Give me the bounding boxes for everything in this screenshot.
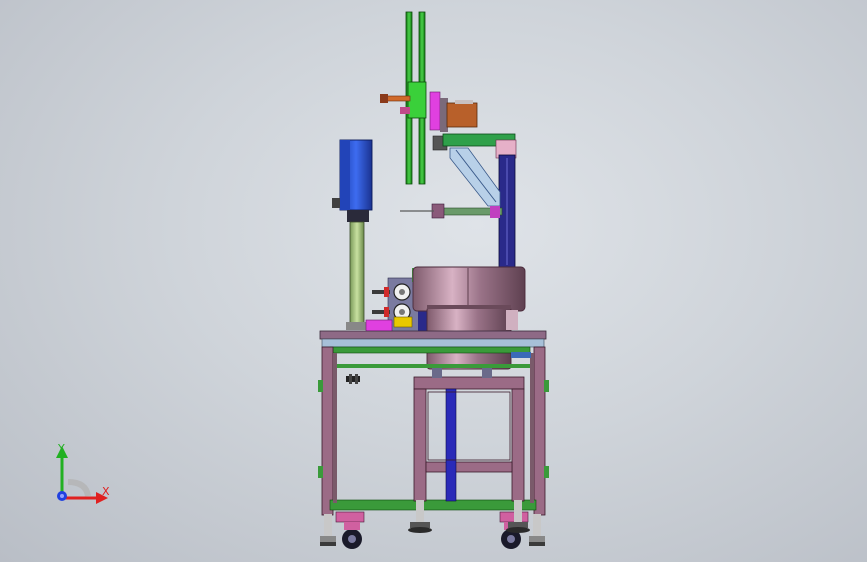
fixture-red-tip-bottom [384, 307, 389, 317]
table-skirt [321, 338, 545, 348]
reel-motor [446, 102, 478, 128]
gauge-bottom-inner [399, 309, 405, 315]
control-cabinet[interactable] [332, 139, 373, 330]
stand-leg-left [413, 388, 427, 502]
frame-inner-left [333, 353, 337, 503]
gauge-yellow-block [393, 316, 413, 328]
bowl-upper [412, 266, 526, 312]
reel-hub [407, 81, 427, 119]
vibratory-bowl[interactable] [412, 266, 526, 370]
frame-bottom-rail [329, 499, 537, 511]
brace-rib [455, 149, 497, 203]
stand-crossbar [425, 461, 513, 473]
y-axis-label: Y [57, 442, 65, 455]
frame-leg-left-green-2 [318, 466, 323, 478]
gantry[interactable] [400, 133, 517, 268]
leveling-foot-right [529, 514, 545, 546]
cabinet-post [349, 221, 365, 327]
table-rail-mid [330, 364, 530, 368]
axis-triad: Y X [56, 442, 110, 504]
cabinet-handle [332, 198, 340, 208]
post-base [346, 322, 368, 330]
gauge-top-inner [399, 289, 405, 295]
frame-inner-right [530, 353, 534, 503]
reel-shaft-nut [400, 107, 410, 114]
reel-motor-end [455, 100, 473, 104]
bowl-rim [427, 305, 511, 309]
frame-leg-left [321, 346, 334, 516]
cad-viewport[interactable] [0, 0, 867, 562]
stand-inner-window [427, 391, 511, 461]
frame-leg-right-green-2 [544, 466, 549, 478]
table-top [319, 330, 547, 340]
cabinet-mount [347, 210, 369, 222]
hardware-bolt [346, 374, 360, 384]
rotation-arc-icon [67, 479, 91, 497]
feeder-clamp [490, 206, 500, 218]
cabinet-front-face [340, 140, 350, 210]
frame-leg-right [533, 346, 546, 516]
stand-center-column [445, 388, 457, 502]
reel-shaft [385, 95, 411, 102]
table-rail-top [329, 346, 531, 354]
stand-bracket [432, 368, 442, 378]
stand-bracket-2 [482, 368, 492, 378]
frame-leg-left-green [318, 380, 323, 392]
caster-left [335, 511, 365, 549]
bowl-side-plate [506, 310, 518, 330]
frame-leg-right-green [544, 380, 549, 392]
reel-shaft-tip [380, 94, 388, 103]
stand-top [413, 376, 525, 390]
bowl-side-bracket [511, 352, 531, 358]
stand-leg-right [511, 388, 525, 502]
reel-bracket-magenta [429, 91, 441, 131]
leveling-foot-left [320, 514, 336, 546]
x-axis-label: X [102, 485, 110, 498]
fixture-red-tip-top [384, 287, 389, 297]
fixture-magenta-block [365, 319, 393, 333]
bowl-stand[interactable] [413, 352, 531, 502]
z-axis-dot [57, 491, 67, 501]
